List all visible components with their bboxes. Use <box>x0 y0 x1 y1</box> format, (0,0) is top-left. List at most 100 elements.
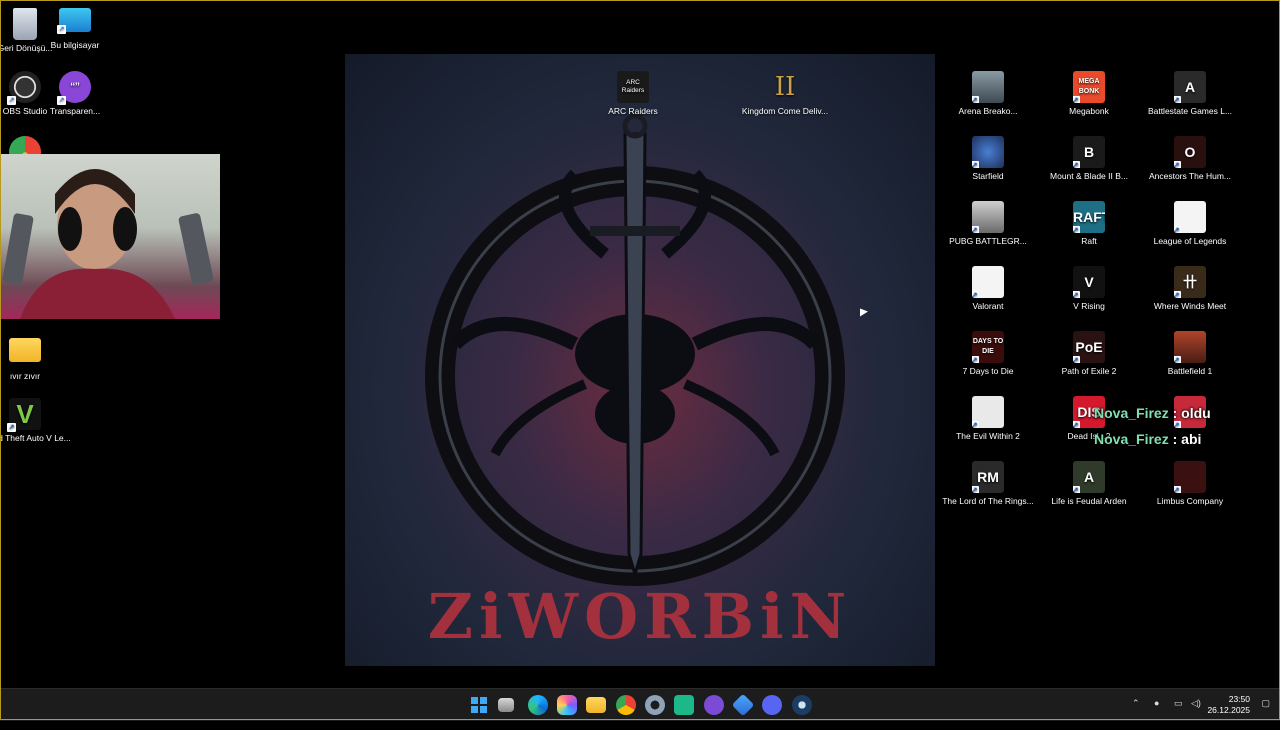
icon-label: The Evil Within 2 <box>956 431 1020 441</box>
wallpaper-title: ZiWORBiN <box>427 580 853 653</box>
shortcut-arrow-icon: ↗ <box>972 486 979 493</box>
icon-label: V Rising <box>1073 301 1105 311</box>
desktop-icon-limbus[interactable]: ↗ Limbus Company <box>1144 461 1236 506</box>
network-icon[interactable]: ▭ <box>1174 698 1183 730</box>
steam-icon[interactable] <box>792 695 812 715</box>
desktop-icon-gta-v[interactable]: V↗ Grand Theft Auto V Le... <box>0 398 71 443</box>
system-clock[interactable]: 23:50 26.12.2025 <box>1207 694 1250 716</box>
desktop-icon-battlefield[interactable]: ↗ Battlefield 1 <box>1144 331 1236 376</box>
chat-username: Nova_Firez <box>1094 431 1169 447</box>
start-icon[interactable] <box>469 695 489 715</box>
desktop-icon-arc-raiders[interactable]: ARC Raiders ARC Raiders <box>587 71 679 116</box>
twitch-icon[interactable] <box>704 695 724 715</box>
desktop-icon-file[interactable]: ↗ Valorant <box>942 266 1034 311</box>
icon-label: Megabonk <box>1069 106 1109 116</box>
shortcut-arrow-icon: ↗ <box>972 421 979 428</box>
desktop-icon-this-pc[interactable]: ↗ Bu bilgisayar <box>29 8 121 50</box>
desktop-icon-life-is-feudal[interactable]: A ↗ Life is Feudal Arden <box>1043 461 1135 506</box>
battlestate-icon: A ↗ <box>1174 71 1206 103</box>
shortcut-arrow-icon: ↗ <box>1073 226 1080 233</box>
chat-message: Nova_Firez : oldu <box>1094 405 1211 421</box>
network-app-icon[interactable] <box>731 693 755 717</box>
app-icon[interactable] <box>674 695 694 715</box>
icon-label: Ancestors The Hum... <box>1148 171 1232 181</box>
shortcut-arrow-icon: ↗ <box>1174 356 1181 363</box>
volume-icon[interactable]: ◁) <box>1191 698 1201 730</box>
desktop-icon-file[interactable]: ↗ League of Legends <box>1144 201 1236 246</box>
desktop-icon-starfield[interactable]: ↗ Starfield <box>942 136 1034 181</box>
shortcut-arrow-icon: ↗ <box>1174 96 1181 103</box>
mount-blade-icon: B ↗ <box>1073 136 1105 168</box>
raft-icon: RAFT↗ <box>1073 201 1105 233</box>
settings-icon[interactable] <box>645 695 665 715</box>
shortcut-arrow-icon: ↗ <box>972 291 979 298</box>
desktop-icon-where-winds[interactable]: 卄 ↗ Where Winds Meet <box>1144 266 1236 311</box>
icon-label: Arena Breako... <box>958 106 1018 116</box>
icon-label: Life is Feudal Arden <box>1051 496 1127 506</box>
chat-separator: : <box>1172 405 1178 421</box>
gta-v-icon: V ↗ <box>7 398 41 432</box>
this-pc-icon: ↗ <box>57 8 91 34</box>
desktop-icon-megabonk[interactable]: MEGA BONK ↗ Megabonk <box>1043 71 1135 116</box>
scorpion-emblem <box>425 113 845 586</box>
desktop-icon-pubg[interactable]: ↗ PUBG BATTLEGR... <box>942 201 1034 246</box>
where-winds-icon: 卄 ↗ <box>1174 266 1206 298</box>
file-explorer-icon[interactable] <box>586 697 606 713</box>
desktop-icon-raft[interactable]: RAFT↗ Raft <box>1043 201 1135 246</box>
webcam-overlay <box>0 154 220 319</box>
desktop-icon-v-rising[interactable]: V ↗ V Rising <box>1043 266 1135 311</box>
icon-label: 7 Days to Die <box>962 366 1014 376</box>
icon-label: Transparen... <box>49 106 101 116</box>
shortcut-arrow-icon: ↗ <box>1073 486 1080 493</box>
desktop-icon-ancestors[interactable]: O ↗ Ancestors The Hum... <box>1144 136 1236 181</box>
icon-label: The Lord of The Rings... <box>942 496 1034 506</box>
desktop-icon-seven-days[interactable]: DAYS TO DIE ↗ 7 Days to Die <box>942 331 1034 376</box>
file-icon: ↗ <box>1174 201 1206 233</box>
v-rising-icon: V ↗ <box>1073 266 1105 298</box>
icon-label: Valorant <box>972 301 1004 311</box>
shortcut-arrow-icon: ↗ <box>1174 291 1181 298</box>
shortcut-arrow-icon: ↗ <box>1174 226 1181 233</box>
icon-label: PUBG BATTLEGR... <box>949 236 1027 246</box>
desktop-icon-transparent[interactable]: “” ↗ Transparen... <box>29 71 121 116</box>
wallpaper: ZiWORBiN <box>345 54 935 666</box>
chat-separator: : <box>1172 431 1178 447</box>
icon-label: Mount & Blade II B... <box>1050 171 1128 181</box>
icon-label: Battlefield 1 <box>1167 366 1213 376</box>
icon-label: ARC Raiders <box>608 106 658 116</box>
chrome-icon[interactable] <box>616 695 636 715</box>
edge-icon[interactable] <box>528 695 548 715</box>
task-view-icon[interactable] <box>498 698 514 712</box>
desktop-icon-mount-blade[interactable]: B ↗ Mount & Blade II B... <box>1043 136 1135 181</box>
shortcut-arrow-icon: ↗ <box>972 226 979 233</box>
shortcut-arrow-icon: ↗ <box>1174 161 1181 168</box>
desktop-icon-battlestate[interactable]: A ↗ Battlestate Games L... <box>1144 71 1236 116</box>
notification-icon[interactable]: ▢ <box>1261 698 1270 730</box>
shortcut-arrow-icon: ↗ <box>1174 486 1181 493</box>
clock-date: 26.12.2025 <box>1207 705 1250 715</box>
shortcut-arrow-icon: ↗ <box>972 96 979 103</box>
shortcut-arrow-icon: ↗ <box>972 356 979 363</box>
shortcut-arrow-icon: ↗ <box>1073 291 1080 298</box>
chat-bubble-icon: “” ↗ <box>57 71 91 105</box>
chat-text: abi <box>1181 431 1202 447</box>
icon-label: Kingdom Come Deliv... <box>741 106 829 116</box>
shortcut-arrow-icon: ↗ <box>1073 356 1080 363</box>
icon-label: Grand Theft Auto V Le... <box>0 433 71 443</box>
kingdom-come-icon: II <box>774 72 796 102</box>
desktop-icon-kingdom-come[interactable]: II Kingdom Come Deliv... <box>739 71 831 116</box>
icon-label: League of Legends <box>1153 236 1227 246</box>
desktop-icon-arena-breakout[interactable]: ↗ Arena Breako... <box>942 71 1034 116</box>
discord-icon[interactable] <box>762 695 782 715</box>
microphone-icon[interactable]: ● <box>1154 698 1159 730</box>
desktop-icon-lotr[interactable]: RM ↗ The Lord of The Rings... <box>942 461 1034 506</box>
chat-text: oldu <box>1181 405 1211 421</box>
icon-label: Path of Exile 2 <box>1061 366 1117 376</box>
icon-label: Starfield <box>972 171 1004 181</box>
desktop-icon-poe[interactable]: PoE ↗ Path of Exile 2 <box>1043 331 1135 376</box>
evil-within-icon: ↗ <box>972 396 1004 428</box>
desktop-icon-folder[interactable]: ıvır zıvır <box>0 334 71 381</box>
copilot-icon[interactable] <box>557 695 577 715</box>
chevron-up-icon[interactable]: ⌃ <box>1132 698 1140 730</box>
desktop-icon-evil-within[interactable]: ↗ The Evil Within 2 <box>942 396 1034 441</box>
